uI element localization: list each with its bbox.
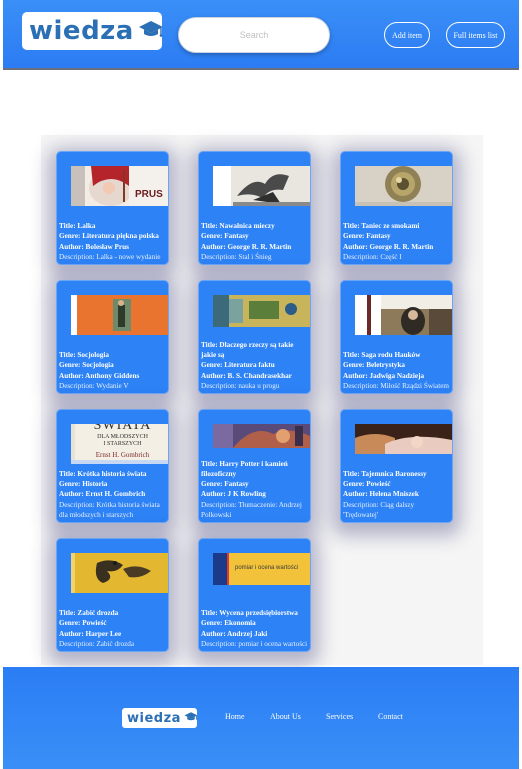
item-card[interactable]: Title: Harry Potter i kamień filozoficzn…	[198, 409, 311, 523]
item-description: Description: Ciąg dalszy 'Trędowatej'	[343, 500, 415, 519]
book-cover-image	[213, 295, 310, 335]
item-title: Title: Lalka	[59, 222, 96, 231]
item-title: Title: Saga rodu Hauków	[343, 351, 421, 360]
graduation-cap-icon	[184, 709, 198, 727]
cover-text: ŚWIATA	[93, 424, 152, 433]
item-genre: Genre: Powieść	[343, 480, 391, 489]
item-author: Author: Harper Lee	[59, 629, 122, 638]
item-description: Description: pomiar i ocena wartości	[201, 639, 308, 648]
footer-logo-text: wiedza	[127, 710, 181, 726]
item-genre: Genre: Fantasy	[201, 480, 249, 489]
page: wiedza Add item Full items list	[3, 0, 519, 769]
item-info: Title: Tajemnica Baronessy Genre: Powieś…	[341, 469, 452, 520]
item-genre: Genre: Ekonomia	[201, 619, 256, 628]
item-info: Title: Socjologia Genre: Socjologia Auth…	[57, 350, 168, 391]
item-title: Title: Tajemnica Baronessy	[343, 469, 427, 478]
cover-text: DLA MŁODSZYCH	[97, 434, 148, 440]
footer: wiedza Home About Us Services Contact	[3, 667, 519, 769]
book-cover-image	[355, 424, 452, 464]
item-genre: Genre: Fantasy	[343, 232, 391, 241]
item-author: Author: Bolesław Prus	[59, 242, 129, 251]
item-genre: Genre: Beletrystyka	[343, 361, 405, 370]
item-card[interactable]: Title: Tajemnica Baronessy Genre: Powieś…	[340, 409, 453, 523]
cover-text: I STARSZYCH	[103, 441, 142, 447]
footer-nav-about-us[interactable]: About Us	[270, 712, 301, 721]
footer-nav-services[interactable]: Services	[326, 712, 353, 721]
item-info: Title: Saga rodu Hauków Genre: Beletryst…	[341, 350, 452, 391]
header: wiedza Add item Full items list	[3, 0, 519, 70]
item-description: Description: Wydanie V	[59, 381, 129, 390]
item-description: Description: nauka u progu	[201, 381, 280, 390]
item-genre: Genre: Socjologia	[59, 361, 114, 370]
item-genre: Genre: Fantasy	[201, 232, 249, 241]
item-info: Title: Krótka historia świata Genre: His…	[57, 469, 168, 520]
item-card[interactable]: Title: Socjologia Genre: Socjologia Auth…	[56, 280, 169, 394]
item-info: Title: Wycena przedsiębiorstwa Genre: Ek…	[199, 608, 310, 649]
cover-text: PRUS	[135, 189, 163, 200]
item-info: Title: Nawałnica mieczy Genre: Fantasy A…	[199, 221, 310, 262]
search-input[interactable]	[178, 17, 330, 53]
item-card[interactable]: Title: Taniec ze smokami Genre: Fantasy …	[340, 151, 453, 265]
item-title: Title: Taniec ze smokami	[343, 222, 420, 231]
item-card[interactable]: PRUS Title: Lalka Genre: Literatura pięk…	[56, 151, 169, 265]
book-cover-image	[71, 553, 168, 593]
item-description: Description: Część I	[343, 252, 402, 261]
full-items-list-button[interactable]: Full items list	[446, 22, 505, 48]
item-author: Author: George R. R. Martin	[201, 242, 292, 251]
item-description: Description: Krótka historia świata dla …	[59, 500, 160, 519]
item-genre: Genre: Historia	[59, 480, 108, 489]
add-item-button[interactable]: Add item	[384, 22, 430, 48]
book-cover-image	[355, 166, 452, 206]
item-description: Description: Stal i Śnieg	[201, 252, 272, 261]
book-cover-image	[71, 295, 168, 335]
item-card[interactable]: pomiar i ocena wartości Title: Wycena pr…	[198, 538, 311, 652]
item-info: Title: Dlaczego rzeczy są takie jakie są…	[199, 340, 310, 391]
item-title: Title: Krótka historia świata	[59, 469, 147, 478]
item-title: Title: Nawałnica mieczy	[201, 222, 275, 231]
item-info: Title: Taniec ze smokami Genre: Fantasy …	[341, 221, 452, 262]
footer-logo[interactable]: wiedza	[122, 708, 198, 728]
item-author: Author: George R. R. Martin	[343, 242, 434, 251]
item-title: Title: Wycena przedsiębiorstwa	[201, 609, 298, 618]
item-card[interactable]: Title: Nawałnica mieczy Genre: Fantasy A…	[198, 151, 311, 265]
item-author: Author: B. S. Chandrasekhar	[201, 371, 292, 380]
item-author: Author: Andrzej Jaki	[201, 629, 268, 638]
item-genre: Genre: Powieść	[59, 619, 107, 628]
logo[interactable]: wiedza	[22, 12, 164, 50]
book-cover-image: ŚWIATA DLA MŁODSZYCH I STARSZYCH Ernst H…	[71, 424, 168, 464]
item-info: Title: Zabić drozda Genre: Powieść Autho…	[57, 608, 168, 649]
item-title: Title: Socjologia	[59, 351, 109, 360]
book-cover-image: pomiar i ocena wartości	[213, 553, 310, 593]
footer-nav-home[interactable]: Home	[225, 712, 245, 721]
cover-text: pomiar i ocena wartości	[235, 565, 299, 571]
item-title: Title: Harry Potter i kamień filozoficzn…	[201, 459, 288, 478]
cover-text: Ernst H. Gombrich	[95, 451, 150, 459]
book-cover-image: PRUS	[71, 166, 168, 206]
item-description: Description: Miłość Rządzi Światem	[343, 381, 449, 390]
graduation-cap-icon	[138, 19, 164, 44]
item-description: Description: Zabić drozda	[59, 639, 135, 648]
item-author: Author: Ernst H. Gombrich	[59, 490, 146, 499]
item-card[interactable]: Title: Zabić drozda Genre: Powieść Autho…	[56, 538, 169, 652]
item-card[interactable]: ŚWIATA DLA MŁODSZYCH I STARSZYCH Ernst H…	[56, 409, 169, 523]
logo-text: wiedza	[29, 16, 134, 46]
item-info: Title: Harry Potter i kamień filozoficzn…	[199, 459, 310, 520]
book-cover-image	[355, 295, 452, 335]
item-author: Author: Jadwiga Nadzieja	[343, 371, 425, 380]
book-cover-image	[213, 166, 310, 206]
item-author: Author: Helena Mniszek	[343, 490, 419, 499]
item-description: Description: Lalka - nowe wydanie	[59, 252, 161, 261]
item-genre: Genre: Literatura faktu	[201, 361, 275, 370]
item-title: Title: Zabić drozda	[59, 609, 119, 618]
item-author: Author: J K Rowling	[201, 490, 266, 499]
item-title: Title: Dlaczego rzeczy są takie jakie są	[201, 340, 294, 360]
item-info: Title: Lalka Genre: Literatura piękna po…	[57, 221, 168, 262]
item-card[interactable]: Title: Saga rodu Hauków Genre: Beletryst…	[340, 280, 453, 394]
item-description: Description: Tłumaczenie: Andrzej Polkow…	[201, 500, 302, 519]
item-card[interactable]: Title: Dlaczego rzeczy są takie jakie są…	[198, 280, 311, 394]
item-genre: Genre: Literatura piękna polska	[59, 232, 159, 241]
item-author: Author: Anthony Giddens	[59, 371, 140, 380]
footer-nav-contact[interactable]: Contact	[378, 712, 403, 721]
